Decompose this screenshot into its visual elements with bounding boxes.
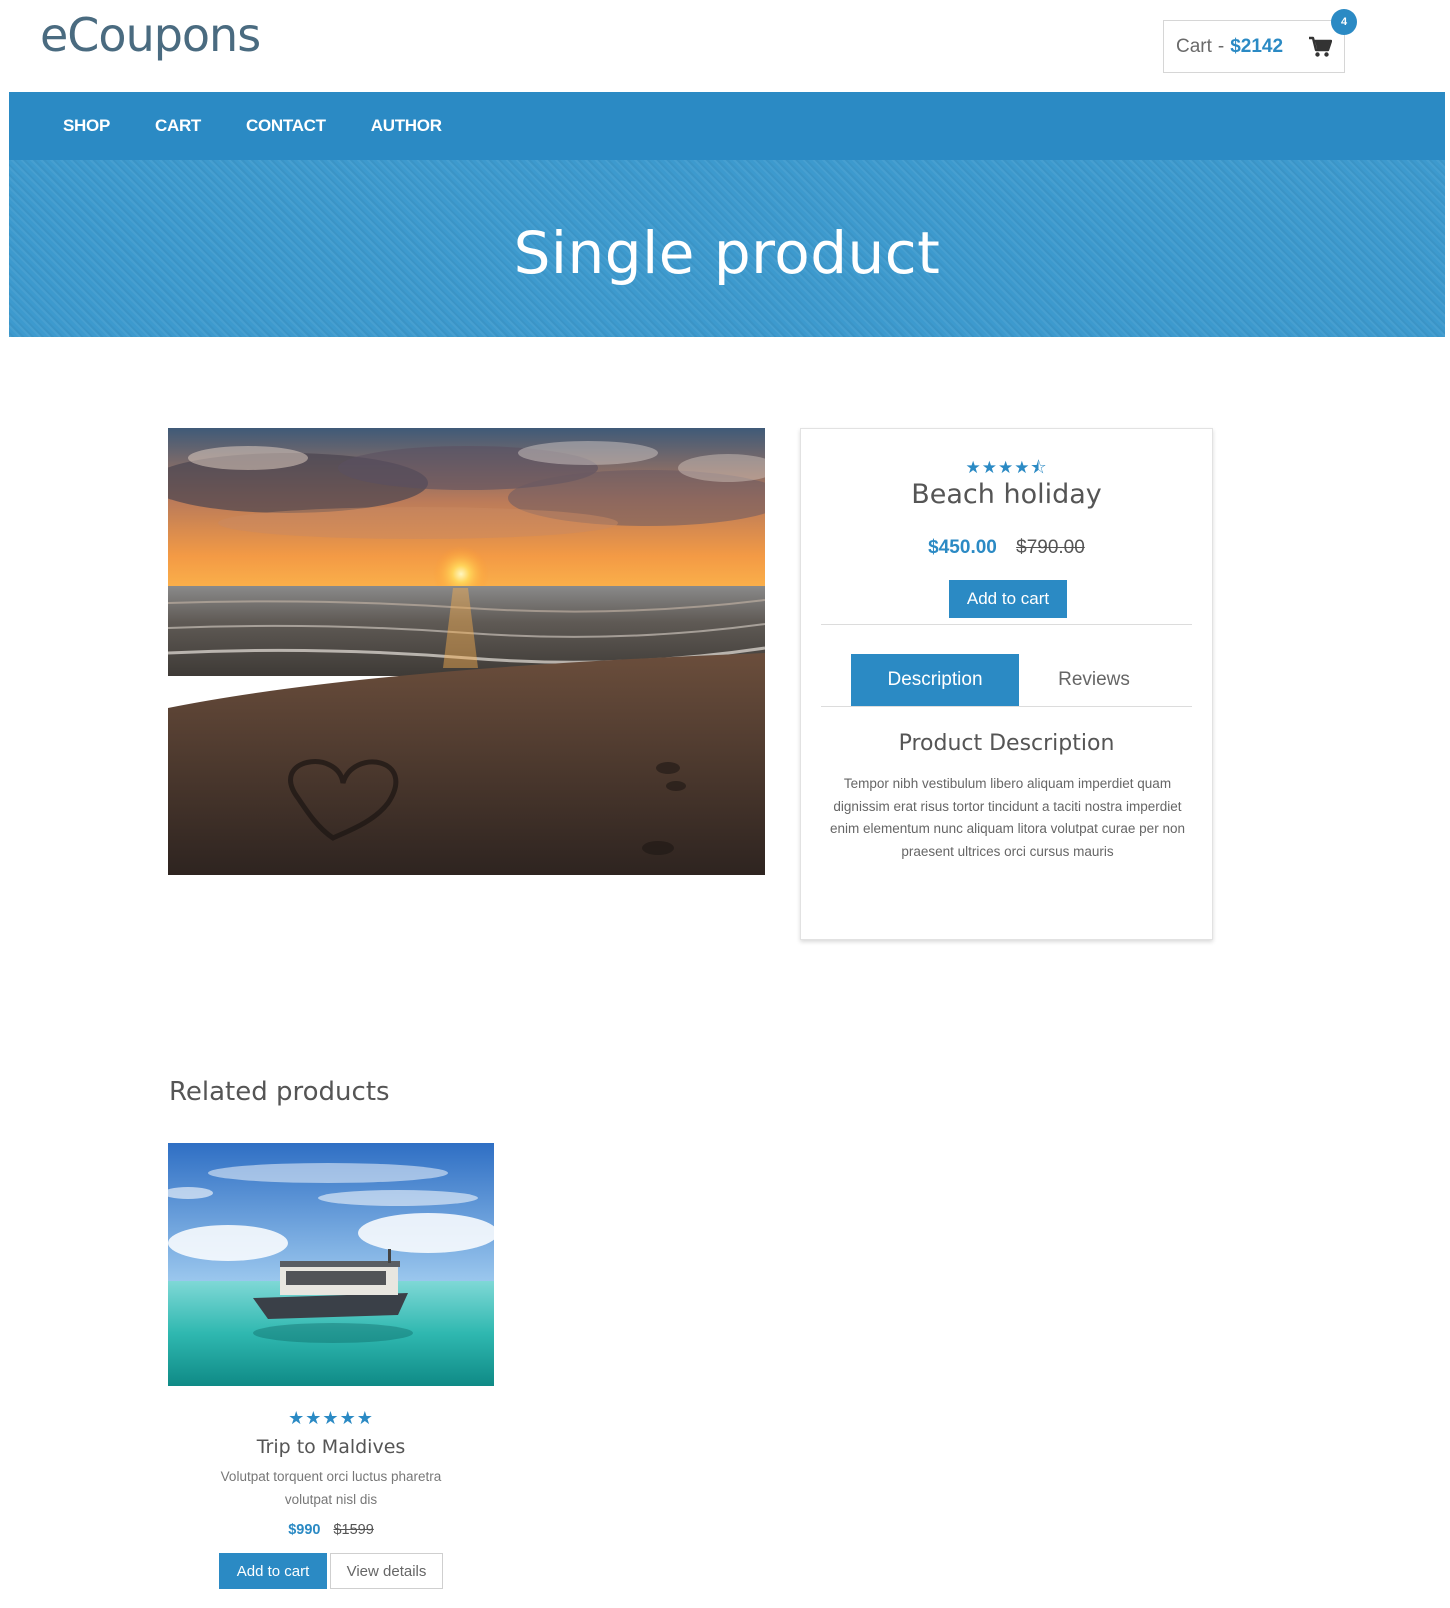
product-image-beach-sunset	[168, 428, 765, 875]
main-navigation: SHOP CART CONTACT AUTHOR	[9, 92, 1445, 160]
divider	[821, 706, 1192, 707]
related-product-price: $990	[288, 1522, 321, 1538]
divider	[821, 624, 1192, 625]
related-product-image-boat[interactable]	[168, 1143, 494, 1386]
description-text: Tempor nibh vestibulum libero aliquam im…	[830, 776, 1185, 859]
product-price: $450.00	[928, 537, 997, 558]
related-product-name[interactable]: Trip to Maldives	[168, 1436, 494, 1458]
site-logo[interactable]: eCoupons	[40, 8, 261, 62]
page-title: Single product	[513, 218, 941, 287]
nav-item-contact[interactable]: CONTACT	[246, 116, 326, 136]
nav-item-cart[interactable]: CART	[155, 116, 201, 136]
product-prices: $450.00 $790.00	[801, 537, 1212, 559]
cart-count-badge: 4	[1331, 9, 1357, 35]
product-old-price: $790.00	[1016, 537, 1085, 558]
add-to-cart-button[interactable]: Add to cart	[949, 580, 1067, 618]
cart-separator: -	[1217, 35, 1225, 57]
cart-summary-button[interactable]: Cart - $2142	[1163, 20, 1345, 73]
product-name: Beach holiday	[911, 479, 1102, 510]
cart-amount: $2142	[1230, 35, 1284, 57]
related-product-prices: $990 $1599	[168, 1522, 494, 1538]
related-product-rating-stars: ★★★★★	[288, 1408, 374, 1428]
related-products-heading: Related products	[169, 1077, 390, 1107]
nav-item-shop[interactable]: SHOP	[63, 116, 110, 136]
related-add-to-cart-button[interactable]: Add to cart	[219, 1553, 327, 1589]
cart-label: Cart	[1176, 35, 1212, 57]
description-heading: Product Description	[898, 731, 1115, 756]
tab-description[interactable]: Description	[851, 654, 1019, 706]
related-view-details-button[interactable]: View details	[330, 1553, 443, 1589]
page-hero-banner: Single product	[9, 160, 1445, 337]
shopping-cart-icon	[1309, 36, 1332, 57]
tab-reviews[interactable]: Reviews	[1019, 654, 1169, 706]
related-product-old-price: $1599	[333, 1522, 374, 1538]
product-details-panel: ★★★★⯪ Beach holiday $450.00 $790.00 Add …	[800, 428, 1213, 940]
related-product-description: Volutpat torquent orci luctus pharetra v…	[220, 1469, 442, 1507]
nav-item-author[interactable]: AUTHOR	[371, 116, 442, 136]
